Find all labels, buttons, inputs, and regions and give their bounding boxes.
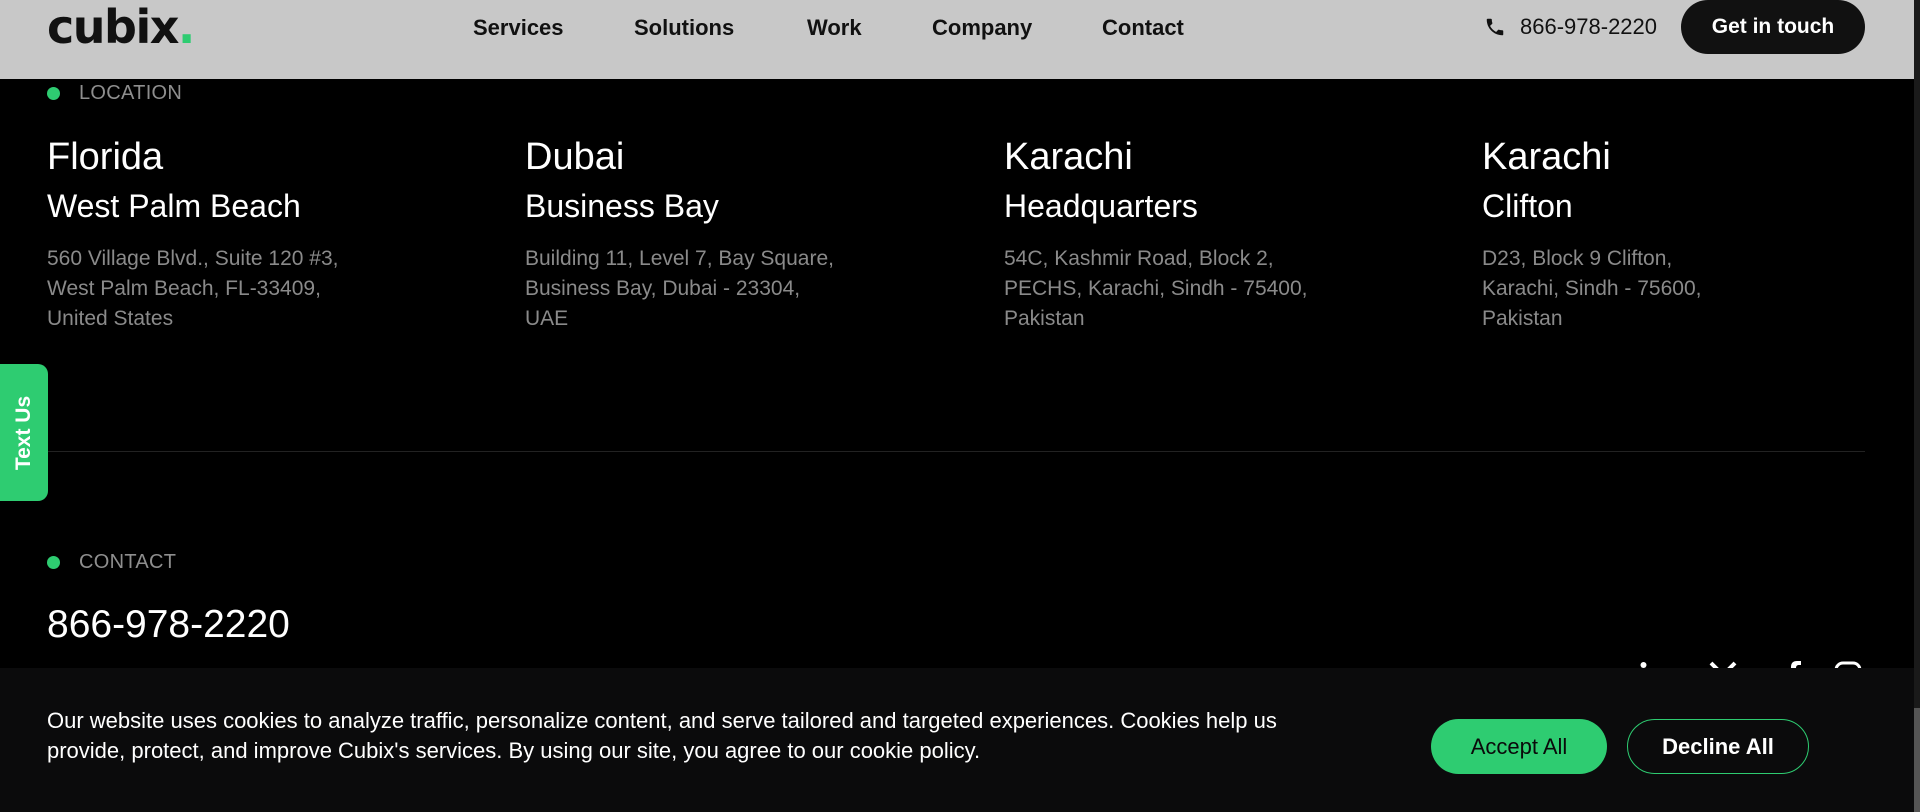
- nav-company[interactable]: Company: [932, 15, 1032, 41]
- location-address: Building 11, Level 7, Bay Square, Busine…: [525, 247, 834, 330]
- nav-work[interactable]: Work: [807, 15, 862, 41]
- page-scrollbar[interactable]: [1914, 0, 1920, 812]
- site-header: cubix. Services Solutions Work Company C…: [0, 0, 1914, 79]
- header-phone-number: 866-978-2220: [1520, 14, 1658, 39]
- location-address: D23, Block 9 Clifton, Karachi, Sindh - 7…: [1482, 247, 1702, 330]
- cubix-logo[interactable]: cubix.: [47, 2, 195, 52]
- section-divider: [47, 451, 1865, 452]
- location-area: Clifton: [1482, 188, 1573, 224]
- location-area: West Palm Beach: [47, 188, 301, 224]
- green-dot-icon: [47, 87, 60, 100]
- phone-icon: [1484, 16, 1506, 38]
- nav-solutions[interactable]: Solutions: [634, 15, 734, 41]
- scrollbar-thumb[interactable]: [1914, 708, 1920, 812]
- location-city: Karachi: [1004, 136, 1133, 178]
- cookie-banner: Our website uses cookies to analyze traf…: [0, 668, 1914, 812]
- decline-all-button[interactable]: Decline All: [1627, 719, 1809, 774]
- location-card-florida: Florida West Palm Beach 560 Village Blvd…: [47, 134, 447, 334]
- location-area: Business Bay: [525, 188, 719, 224]
- location-card-karachi-hq: Karachi Headquarters 54C, Kashmir Road, …: [1004, 134, 1404, 334]
- location-address: 560 Village Blvd., Suite 120 #3, West Pa…: [47, 247, 339, 330]
- contact-section-label: CONTACT: [47, 551, 176, 574]
- location-city: Dubai: [525, 136, 625, 178]
- text-us-tab[interactable]: Text Us: [0, 364, 48, 501]
- header-phone-link[interactable]: 866-978-2220: [1484, 13, 1657, 41]
- green-dot-icon: [47, 556, 60, 569]
- location-card-dubai: Dubai Business Bay Building 11, Level 7,…: [525, 134, 925, 334]
- nav-services[interactable]: Services: [473, 15, 564, 41]
- contact-phone-number[interactable]: 866-978-2220: [47, 602, 290, 648]
- cookie-message: Our website uses cookies to analyze traf…: [47, 708, 1277, 763]
- location-city: Florida: [47, 136, 164, 178]
- nav-contact[interactable]: Contact: [1102, 15, 1184, 41]
- location-card-karachi-clifton: Karachi Clifton D23, Block 9 Clifton, Ka…: [1482, 134, 1882, 334]
- location-area: Headquarters: [1004, 188, 1198, 224]
- accept-all-button[interactable]: Accept All: [1431, 719, 1607, 774]
- location-section-label: LOCATION: [47, 82, 182, 105]
- location-city: Karachi: [1482, 136, 1611, 178]
- get-in-touch-button[interactable]: Get in touch: [1681, 0, 1865, 54]
- location-address: 54C, Kashmir Road, Block 2, PECHS, Karac…: [1004, 247, 1308, 330]
